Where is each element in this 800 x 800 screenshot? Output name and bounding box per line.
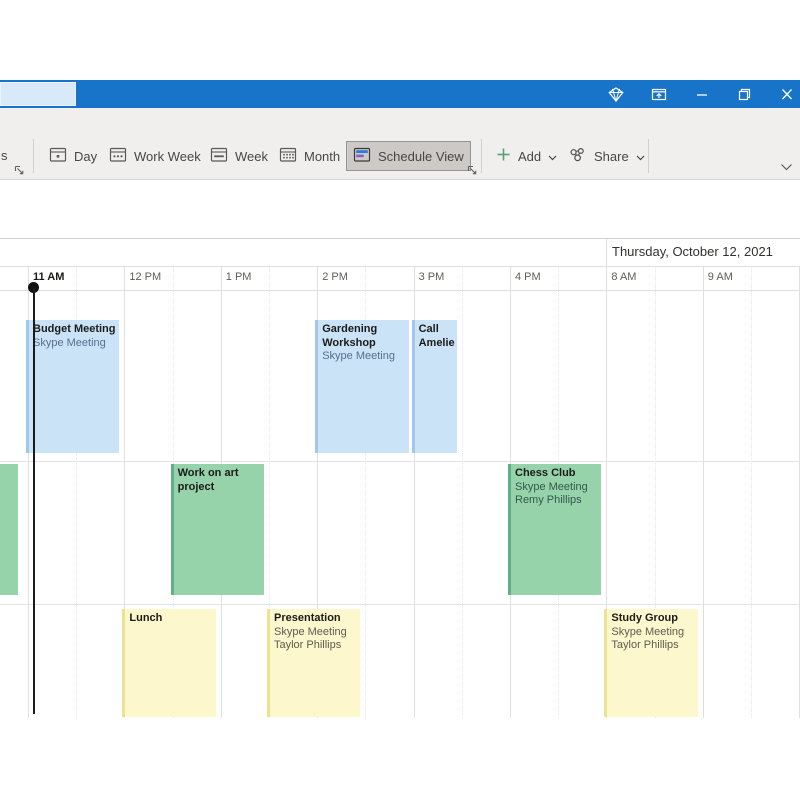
event-title: Chess Club bbox=[515, 467, 599, 481]
chevron-down-icon bbox=[548, 149, 557, 164]
grid-line bbox=[0, 290, 800, 291]
calendar-event[interactable]: PresentationSkype MeetingTaylor Phillips bbox=[267, 609, 360, 717]
week-calendar-icon bbox=[210, 146, 228, 166]
minimize-icon[interactable] bbox=[693, 86, 710, 103]
event-detail: Skype Meeting bbox=[611, 626, 695, 640]
event-title: Lunch bbox=[129, 612, 213, 626]
calendar-event[interactable]: Call Amelie bbox=[412, 320, 457, 453]
work-week-calendar-icon bbox=[109, 146, 127, 166]
hour-grid-line bbox=[703, 267, 704, 718]
ribbon-divider bbox=[481, 139, 482, 173]
time-label: 1 PM bbox=[226, 271, 252, 283]
day-view-button[interactable]: Day bbox=[42, 141, 104, 171]
ribbon-divider bbox=[33, 139, 34, 173]
month-view-button[interactable]: Month bbox=[272, 141, 347, 171]
month-view-label: Month bbox=[304, 149, 340, 164]
ribbon-divider bbox=[648, 139, 649, 173]
titlebar-search-tab[interactable] bbox=[0, 82, 76, 106]
add-calendar-button[interactable]: Add bbox=[489, 141, 564, 171]
calendar-event[interactable]: Budget MeetingSkype Meeting bbox=[26, 320, 119, 453]
day-view-label: Day bbox=[74, 149, 97, 164]
schedule-view-label: Schedule View bbox=[378, 149, 464, 164]
event-title: Gardening Workshop bbox=[322, 323, 406, 350]
screen: s Day Work Week Week Month Schedule View bbox=[0, 0, 800, 800]
grid-line bbox=[0, 238, 800, 239]
event-title: Presentation bbox=[274, 612, 358, 626]
day-calendar-icon bbox=[49, 146, 67, 166]
event-title: Study Group bbox=[611, 612, 695, 626]
calendar-event[interactable]: Gardening WorkshopSkype Meeting bbox=[315, 320, 408, 453]
premium-diamond-icon[interactable] bbox=[607, 86, 624, 103]
half-hour-grid-line bbox=[462, 267, 463, 718]
collapse-ribbon-chevron-icon[interactable] bbox=[780, 158, 793, 176]
event-detail: Skype Meeting bbox=[274, 626, 358, 640]
dialog-launcher-icon[interactable] bbox=[14, 163, 25, 174]
week-view-button[interactable]: Week bbox=[203, 141, 275, 171]
calendar-event[interactable]: Work on art project bbox=[171, 464, 264, 595]
add-label: Add bbox=[518, 149, 541, 164]
calendar-event[interactable]: Study GroupSkype MeetingTaylor Phillips bbox=[604, 609, 697, 717]
time-label: 4 PM bbox=[515, 271, 541, 283]
time-label: 11 AM bbox=[33, 271, 64, 283]
event-title: Work on art project bbox=[178, 467, 262, 494]
time-label: 8 AM bbox=[611, 271, 636, 283]
share-calendar-button[interactable]: Share bbox=[561, 141, 652, 171]
chevron-down-icon bbox=[636, 149, 645, 164]
close-icon[interactable] bbox=[778, 86, 795, 103]
current-time-line bbox=[33, 288, 35, 714]
schedule-view-calendar-icon bbox=[353, 146, 371, 166]
row-separator bbox=[0, 461, 800, 462]
time-label: 12 PM bbox=[129, 271, 161, 283]
event-detail: Taylor Phillips bbox=[611, 639, 695, 653]
titlebar bbox=[0, 80, 800, 108]
plus-icon bbox=[496, 147, 511, 165]
schedule-view-button[interactable]: Schedule View bbox=[346, 141, 471, 171]
calendar-event[interactable]: Chess ClubSkype MeetingRemy Phillips bbox=[508, 464, 601, 595]
calendar-event[interactable] bbox=[0, 464, 18, 595]
date-header: Thursday, October 12, 2021 bbox=[612, 244, 773, 259]
time-label: 3 PM bbox=[419, 271, 445, 283]
time-label: 2 PM bbox=[322, 271, 348, 283]
week-view-label: Week bbox=[235, 149, 268, 164]
share-label: Share bbox=[594, 149, 629, 164]
calendar-event[interactable]: Lunch bbox=[122, 609, 215, 717]
weather-bar: Park Valley, California ▾ Today 61° F / … bbox=[0, 180, 800, 238]
event-title: Call Amelie bbox=[419, 323, 455, 350]
clipped-ribbon-label: s bbox=[1, 148, 8, 163]
time-label: 9 AM bbox=[708, 271, 733, 283]
grid-line bbox=[0, 266, 800, 267]
calendar-schedule-view: Thursday, October 12, 2021 11 AM 12 PM 1 P… bbox=[0, 238, 800, 720]
pop-out-window-icon[interactable] bbox=[650, 86, 667, 103]
month-calendar-icon bbox=[279, 146, 297, 166]
event-detail: Skype Meeting bbox=[515, 481, 599, 495]
event-detail: Taylor Phillips bbox=[274, 639, 358, 653]
dialog-launcher-icon[interactable] bbox=[467, 163, 478, 174]
share-icon bbox=[568, 146, 587, 166]
row-separator bbox=[0, 604, 800, 605]
work-week-view-button[interactable]: Work Week bbox=[102, 141, 208, 171]
event-title: Budget Meeting bbox=[33, 323, 117, 337]
work-week-view-label: Work Week bbox=[134, 149, 201, 164]
event-detail: Skype Meeting bbox=[33, 337, 117, 351]
event-detail: Remy Phillips bbox=[515, 494, 599, 508]
half-hour-grid-line bbox=[751, 267, 752, 718]
restore-down-icon[interactable] bbox=[736, 86, 753, 103]
event-detail: Skype Meeting bbox=[322, 350, 406, 364]
